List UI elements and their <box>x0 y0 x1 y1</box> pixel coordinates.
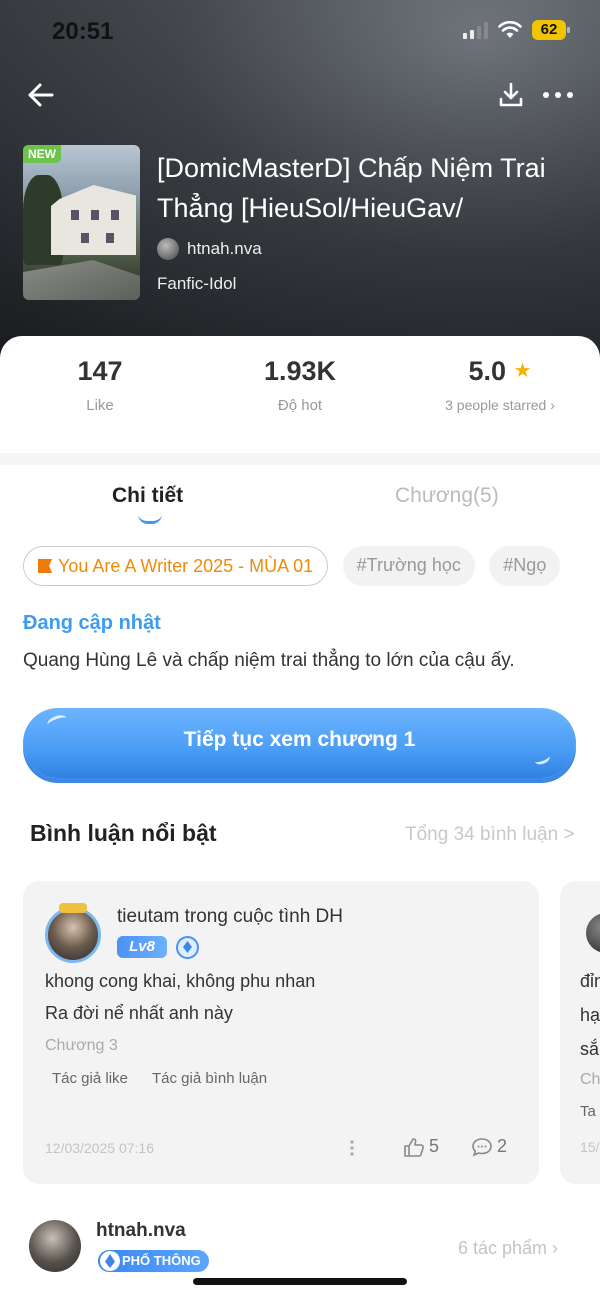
tag-school[interactable]: #Trường học <box>342 546 475 586</box>
continue-reading-button[interactable]: Tiếp tục xem chương 1 <box>23 708 576 778</box>
level-badge: Lv8 <box>117 936 167 958</box>
event-tag[interactable]: You Are A Writer 2025 - MÙA 01 <box>23 546 329 586</box>
comment-reply-count: 2 <box>497 1136 508 1156</box>
book-author[interactable]: htnah.nva <box>157 238 262 260</box>
comment-like-count: 5 <box>429 1136 440 1156</box>
tab-bar: Chi tiết Chương(5) <box>0 480 600 530</box>
comment-text-line: khong cong khai, không phu nhan <box>45 971 316 991</box>
download-icon[interactable] <box>496 80 526 110</box>
star-icon: ★ <box>513 360 532 382</box>
comment-more-icon[interactable] <box>349 1139 355 1157</box>
author-commented-tag: Tác giả bình luận <box>152 1070 268 1087</box>
avatar-frame-icon <box>59 903 87 913</box>
comment-date: 12/03/2025 07:16 <box>45 1140 154 1156</box>
author-works-link[interactable]: 6 tác phẩm › <box>458 1238 558 1259</box>
rating-value: 5.0 <box>468 356 507 386</box>
commenter-name[interactable]: tieutam trong cuộc tình DH <box>117 906 343 928</box>
battery-icon: 62 <box>532 20 570 40</box>
peek-text: 15/ <box>580 1139 600 1155</box>
event-tag-label: You Are A Writer 2025 - MÙA 01 <box>58 556 314 576</box>
status-icons: 62 <box>463 20 570 40</box>
peek-text: hạ <box>580 1005 600 1025</box>
rank-badge: PHỔ THÔNG <box>98 1250 209 1272</box>
active-tab-indicator <box>138 514 162 524</box>
more-options-icon[interactable] <box>540 80 576 110</box>
thumbs-up-icon <box>404 1137 424 1157</box>
section-divider <box>0 453 600 465</box>
status-bar: 20:51 62 <box>0 0 600 64</box>
comment-reply-button[interactable]: 2 <box>471 1136 507 1157</box>
new-badge: NEW <box>23 145 61 163</box>
stats-row: 147 Like 1.93K Độ hot 5.0 ★ 3 people sta… <box>0 356 600 436</box>
comment-chapter: Chương 3 <box>45 1037 118 1054</box>
peek-text: Ch <box>580 1071 600 1088</box>
synopsis: Quang Hùng Lê và chấp niệm trai thẳng to… <box>23 650 515 671</box>
tag-list: You Are A Writer 2025 - MÙA 01 #Trường h… <box>23 546 576 588</box>
status-time: 20:51 <box>52 18 114 45</box>
speech-bubble-icon <box>472 1137 492 1156</box>
commenter-avatar <box>586 913 600 953</box>
cellular-signal-icon <box>463 21 488 39</box>
comments-heading: Bình luận nổi bật <box>30 820 217 846</box>
author-name: htnah.nva <box>187 239 262 258</box>
hot-stat: 1.93K Độ hot <box>230 356 370 414</box>
book-title: [DomicMasterD] Chấp Niệm Trai Thẳng [Hie… <box>157 153 546 223</box>
update-status: Đang cập nhật <box>23 612 161 634</box>
author-footer-name[interactable]: htnah.nva <box>96 1220 186 1242</box>
hot-count: 1.93K <box>263 356 337 386</box>
gem-badge-icon <box>176 936 199 959</box>
peek-text: Ta <box>580 1103 596 1120</box>
tab-detail[interactable]: Chi tiết <box>112 484 183 508</box>
tab-chapters[interactable]: Chương(5) <box>395 484 499 508</box>
author-liked-tag: Tác giả like <box>52 1070 128 1087</box>
author-footer-avatar[interactable] <box>29 1220 81 1272</box>
back-arrow-icon[interactable] <box>24 78 58 112</box>
comment-text-line: Ra đời nể nhất anh này <box>45 1003 233 1023</box>
author-avatar <box>157 238 179 260</box>
peek-text: sắ <box>580 1039 600 1059</box>
book-cover-image[interactable] <box>23 145 140 300</box>
home-indicator <box>193 1278 407 1285</box>
tag-truncated[interactable]: #Ngọ <box>489 546 561 586</box>
comment-like-button[interactable]: 5 <box>403 1136 439 1157</box>
rating-stat[interactable]: 5.0 ★ 3 people starred › <box>420 356 580 413</box>
peek-text: đỉn <box>580 971 600 991</box>
commenter-avatar[interactable] <box>45 907 101 963</box>
like-label: Like <box>86 397 114 414</box>
comment-card[interactable]: tieutam trong cuộc tình DH Lv8 khong con… <box>23 881 539 1184</box>
like-count: 147 <box>77 356 123 386</box>
wifi-icon <box>498 21 522 38</box>
book-genre[interactable]: Fanfic-Idol <box>157 274 236 294</box>
like-stat: 147 Like <box>40 356 160 414</box>
hot-label: Độ hot <box>277 397 323 414</box>
rating-label: 3 people starred › <box>445 397 555 413</box>
comments-total-link[interactable]: Tổng 34 bình luận > <box>405 824 575 846</box>
flag-icon <box>38 559 52 573</box>
next-comment-card[interactable]: đỉn hạ sắ Ch Ta 15/ <box>560 881 600 1184</box>
